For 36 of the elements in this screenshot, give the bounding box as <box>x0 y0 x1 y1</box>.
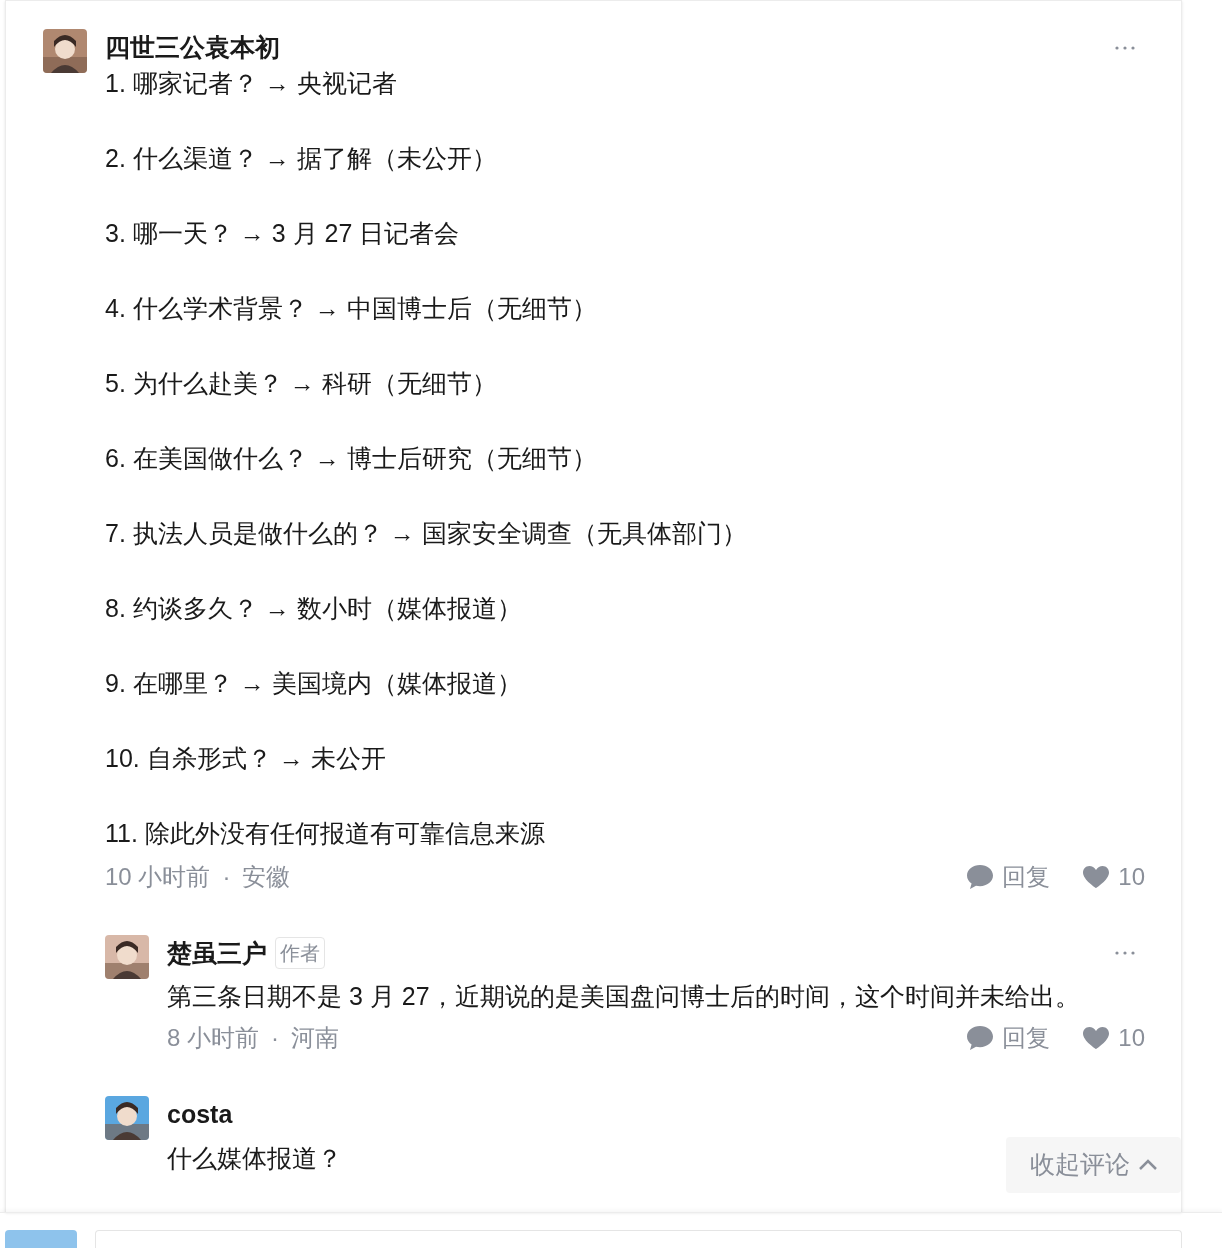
more-icon[interactable] <box>1115 45 1135 50</box>
comment-time: 10 小时前 <box>105 861 211 892</box>
separator-dot: · <box>222 861 231 892</box>
comment-text: 1. 哪家记者？ → 央视记者 <box>105 67 398 99</box>
like-button[interactable]: 10 <box>1082 858 1145 895</box>
author-name[interactable]: 四世三公袁本初 <box>105 29 280 67</box>
heart-icon <box>1082 864 1111 889</box>
comment-text: 4. 什么学术背景？ → 中国博士后（无细节） <box>105 292 598 324</box>
speech-bubble-icon <box>966 1025 995 1051</box>
comment-text: 6. 在美国做什么？ → 博士后研究（无细节） <box>105 442 598 474</box>
comment-text: 第三条日期不是 3 月 27，近期说的是美国盘问博士后的时间，这个时间并未给出。 <box>167 981 1080 1012</box>
author-badge: 作者 <box>275 937 325 970</box>
reply-button[interactable]: 回复 <box>966 858 1051 895</box>
collapse-comments-button[interactable]: 收起评论 <box>1006 1137 1181 1193</box>
comment-text: 5. 为什么赴美？ → 科研（无细节） <box>105 367 498 399</box>
chevron-up-icon <box>1137 1159 1158 1171</box>
reply-button[interactable]: 回复 <box>966 1020 1051 1056</box>
author-name[interactable]: costa <box>167 1096 233 1134</box>
comment-text: 10. 自杀形式？ → 未公开 <box>105 742 387 774</box>
comment-location: 河南 <box>291 1023 339 1053</box>
comment-text: 3. 哪一天？ → 3 月 27 日记者会 <box>105 217 461 249</box>
comment-input-field[interactable] <box>95 1230 1182 1248</box>
author-name[interactable]: 楚虽三户 <box>167 934 267 972</box>
comment-text: 什么媒体报道？ <box>167 1142 342 1174</box>
comment-text: 8. 约谈多久？ → 数小时（媒体报道） <box>105 592 523 624</box>
speech-bubble-icon <box>966 863 995 890</box>
comment-text: 11. 除此外没有任何报道有可靠信息来源 <box>105 817 546 849</box>
comment-time: 8 小时前 <box>167 1023 259 1053</box>
heart-icon <box>1082 1026 1111 1050</box>
more-icon[interactable] <box>1115 951 1135 956</box>
separator-dot: · <box>271 1023 279 1053</box>
comment-text: 9. 在哪里？ → 美国境内（媒体报道） <box>105 667 523 699</box>
comment-location: 安徽 <box>242 861 291 892</box>
like-button[interactable]: 10 <box>1082 1020 1145 1056</box>
comment-text: 7. 执法人员是做什么的？ → 国家安全调查（无具体部门） <box>105 517 748 549</box>
comment-text: 2. 什么渠道？ → 据了解（未公开） <box>105 142 498 174</box>
